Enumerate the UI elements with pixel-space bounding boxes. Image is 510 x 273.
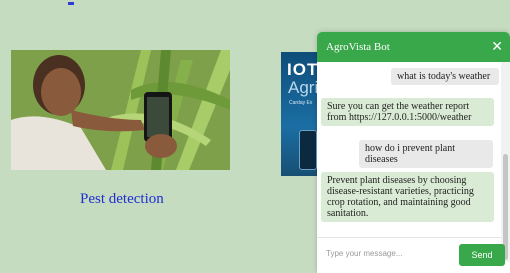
iot-subtitle: Agri bbox=[288, 78, 319, 97]
bot-message: Sure you can get the weather report from… bbox=[321, 98, 494, 126]
send-button[interactable]: Send bbox=[459, 244, 505, 266]
iot-title: IOT bbox=[287, 60, 319, 79]
iot-agri-card: IOT Agri Carday Ex bbox=[281, 52, 321, 176]
nav-marker bbox=[68, 2, 74, 5]
bot-message: Prevent plant diseases by choosing disea… bbox=[321, 172, 494, 222]
chat-message-list[interactable]: what is today's weather Sure you can get… bbox=[317, 62, 510, 262]
pest-detection-image bbox=[11, 50, 230, 170]
message-input[interactable] bbox=[326, 244, 454, 262]
top-strip bbox=[0, 0, 510, 10]
user-message: how do i prevent plant diseases bbox=[359, 140, 493, 168]
chat-scrollbar[interactable] bbox=[501, 62, 510, 262]
pest-detection-caption[interactable]: Pest detection bbox=[80, 191, 164, 208]
chat-header: AgroVista Bot ✕ bbox=[317, 32, 510, 62]
chat-title: AgroVista Bot bbox=[326, 41, 390, 53]
iot-device-icon bbox=[299, 130, 317, 170]
close-icon[interactable]: ✕ bbox=[491, 39, 503, 55]
user-message: what is today's weather bbox=[391, 68, 499, 85]
iot-small-text: Carday Ex bbox=[289, 100, 313, 106]
farmer-photo-illustration bbox=[11, 50, 230, 170]
input-divider bbox=[317, 237, 501, 238]
